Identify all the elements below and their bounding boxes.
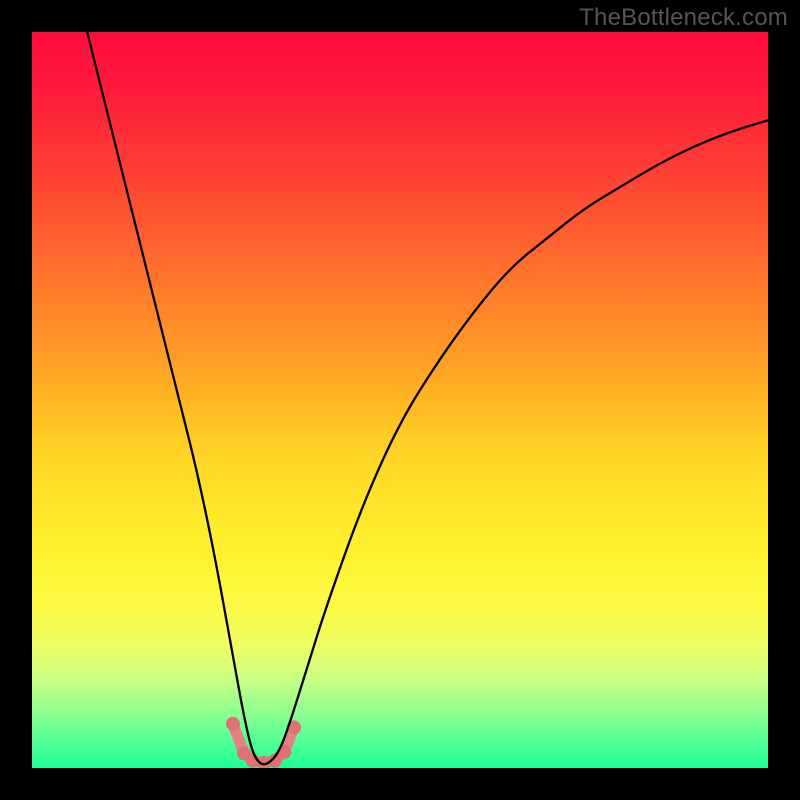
marker-point: [226, 717, 240, 731]
curve-svg: [32, 32, 768, 768]
line-layer: [87, 32, 768, 764]
bottleneck-curve: [87, 32, 768, 764]
watermark-text: TheBottleneck.com: [579, 4, 788, 32]
chart-frame: TheBottleneck.com: [0, 0, 800, 800]
plot-area: [32, 32, 768, 768]
